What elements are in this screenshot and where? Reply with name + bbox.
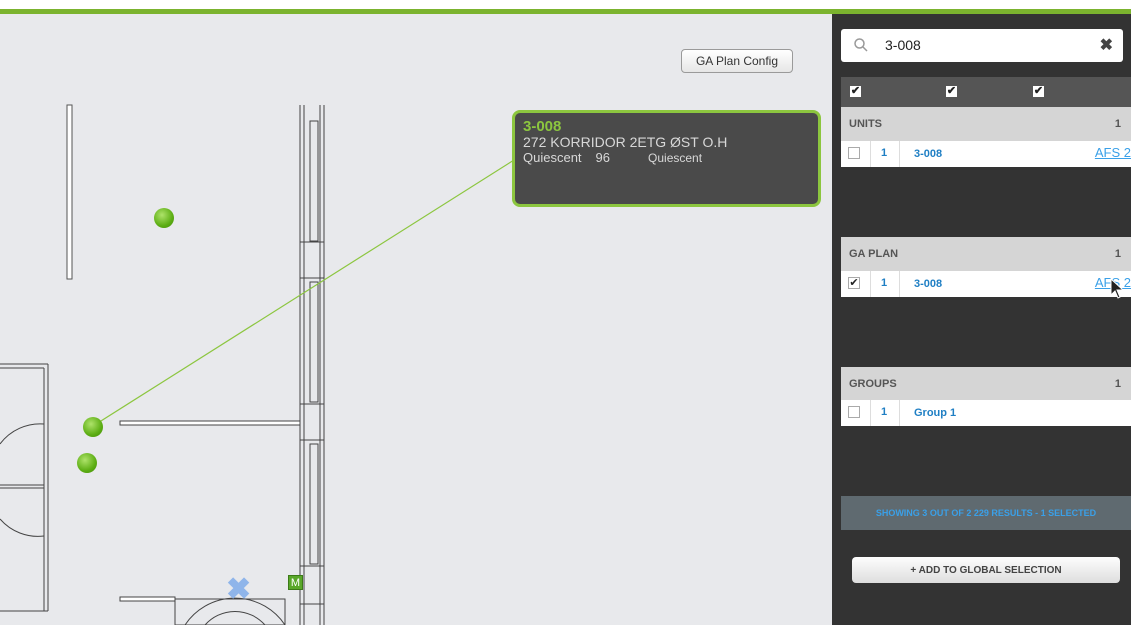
device-marker-selected[interactable] — [83, 417, 103, 437]
tooltip-title: 3-008 — [523, 118, 562, 135]
divider — [870, 141, 871, 167]
groups-label: GROUPS — [849, 378, 897, 390]
search-input[interactable]: 3-008 — [885, 37, 921, 53]
gaplan-label: GA PLAN — [849, 248, 899, 260]
row-name[interactable]: Group 1 — [914, 407, 956, 419]
divider — [870, 271, 871, 297]
row-number: 1 — [881, 147, 888, 159]
tooltip-status: Quiescent — [523, 150, 582, 165]
units-count: 1 — [1114, 118, 1121, 130]
list-item[interactable]: 1 3-008 AFS 2 — [841, 141, 1131, 167]
list-item[interactable]: 1 Group 1 — [841, 400, 1131, 426]
divider — [899, 141, 900, 167]
add-to-global-selection-button[interactable]: + ADD TO GLOBAL SELECTION — [852, 557, 1120, 583]
gaplan-section-header: GA PLAN 1 — [841, 237, 1131, 271]
units-section-header: UNITS 1 — [841, 107, 1131, 141]
close-icon[interactable]: ✖ — [1100, 35, 1113, 55]
filter-checkbox-gaplan[interactable]: ✔ — [946, 86, 957, 97]
filter-checkbox-units[interactable]: ✔ — [850, 86, 861, 97]
row-number: 1 — [881, 406, 888, 418]
search-icon — [854, 38, 868, 52]
floor-plan-map[interactable]: GA Plan Config ✖ M 3-008 272 KORRIDOR 2E… — [0, 14, 832, 625]
row-number: 1 — [881, 277, 888, 289]
tooltip-status-secondary: Quiescent — [648, 151, 703, 165]
gaplan-count: 1 — [1114, 248, 1121, 260]
device-marker[interactable] — [154, 208, 174, 228]
row-checkbox-checked[interactable]: ✔ — [848, 277, 860, 289]
m-badge[interactable]: M — [288, 575, 303, 590]
filter-checkbox-groups[interactable]: ✔ — [1033, 86, 1044, 97]
row-link[interactable]: AFS 2 — [1095, 145, 1131, 160]
tooltip-location: 272 KORRIDOR 2ETG ØST O.H — [523, 134, 728, 150]
groups-section-header: GROUPS 1 — [841, 367, 1131, 401]
tooltip-value: 96 — [595, 150, 611, 165]
tooltip-status-row: Quiescent 96 Quiescent — [523, 150, 810, 165]
row-checkbox[interactable] — [848, 147, 860, 159]
list-item[interactable]: ✔ 1 3-008 AFS 2 — [841, 271, 1131, 297]
results-status: SHOWING 3 OUT OF 2 229 RESULTS - 1 SELEC… — [841, 496, 1131, 530]
search-results-panel: 3-008 ✖ ✔ ✔ ✔ UNITS 1 1 3-008 AFS 2 GA P… — [832, 14, 1131, 625]
floor-plan-drawing — [0, 104, 515, 625]
divider — [870, 400, 871, 426]
row-checkbox[interactable] — [848, 406, 860, 418]
groups-count: 1 — [1114, 378, 1121, 390]
divider — [899, 400, 900, 426]
search-box[interactable]: 3-008 ✖ — [841, 29, 1123, 62]
row-name[interactable]: 3-008 — [914, 148, 942, 160]
position-x-marker-icon[interactable]: ✖ — [226, 575, 252, 605]
ga-plan-config-button[interactable]: GA Plan Config — [681, 49, 793, 73]
divider — [899, 271, 900, 297]
device-marker[interactable] — [77, 453, 97, 473]
units-label: UNITS — [849, 118, 882, 130]
device-tooltip: 3-008 272 KORRIDOR 2ETG ØST O.H Quiescen… — [512, 110, 821, 207]
row-name[interactable]: 3-008 — [914, 278, 942, 290]
category-filter-row: ✔ ✔ ✔ — [841, 77, 1131, 107]
top-bar — [0, 0, 1131, 14]
mouse-cursor-icon — [1110, 278, 1125, 299]
